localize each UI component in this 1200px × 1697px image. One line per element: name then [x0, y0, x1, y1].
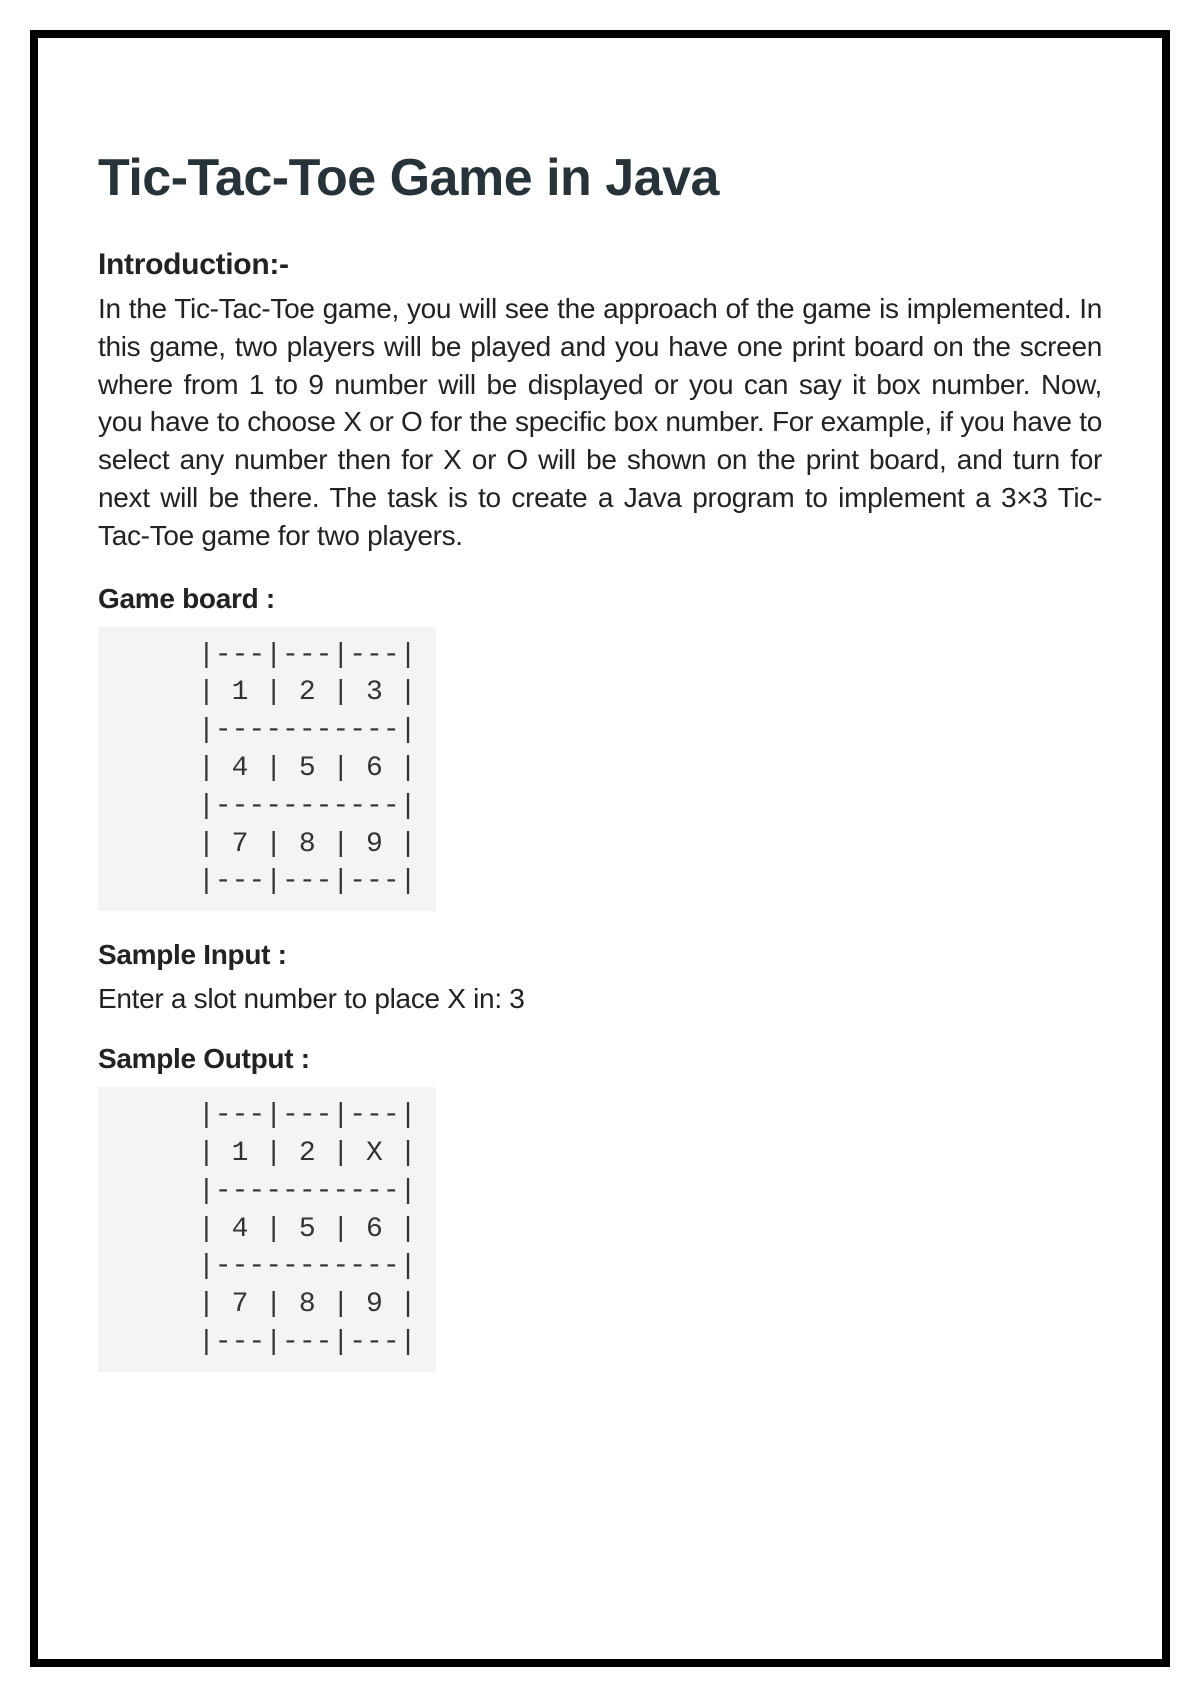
- page-border: Tic-Tac-Toe Game in Java Introduction:- …: [30, 30, 1170, 1667]
- page-title: Tic-Tac-Toe Game in Java: [98, 148, 1102, 208]
- game-board-code: |---|---|---| | 1 | 2 | 3 | |-----------…: [98, 627, 436, 912]
- sample-input-heading: Sample Input :: [98, 939, 1102, 971]
- sample-input-text: Enter a slot number to place X in: 3: [98, 983, 1102, 1015]
- introduction-heading: Introduction:-: [98, 248, 1102, 282]
- game-board-heading: Game board :: [98, 583, 1102, 615]
- sample-output-heading: Sample Output :: [98, 1043, 1102, 1075]
- sample-output-code: |---|---|---| | 1 | 2 | X | |-----------…: [98, 1087, 436, 1372]
- introduction-text: In the Tic-Tac-Toe game, you will see th…: [98, 290, 1102, 555]
